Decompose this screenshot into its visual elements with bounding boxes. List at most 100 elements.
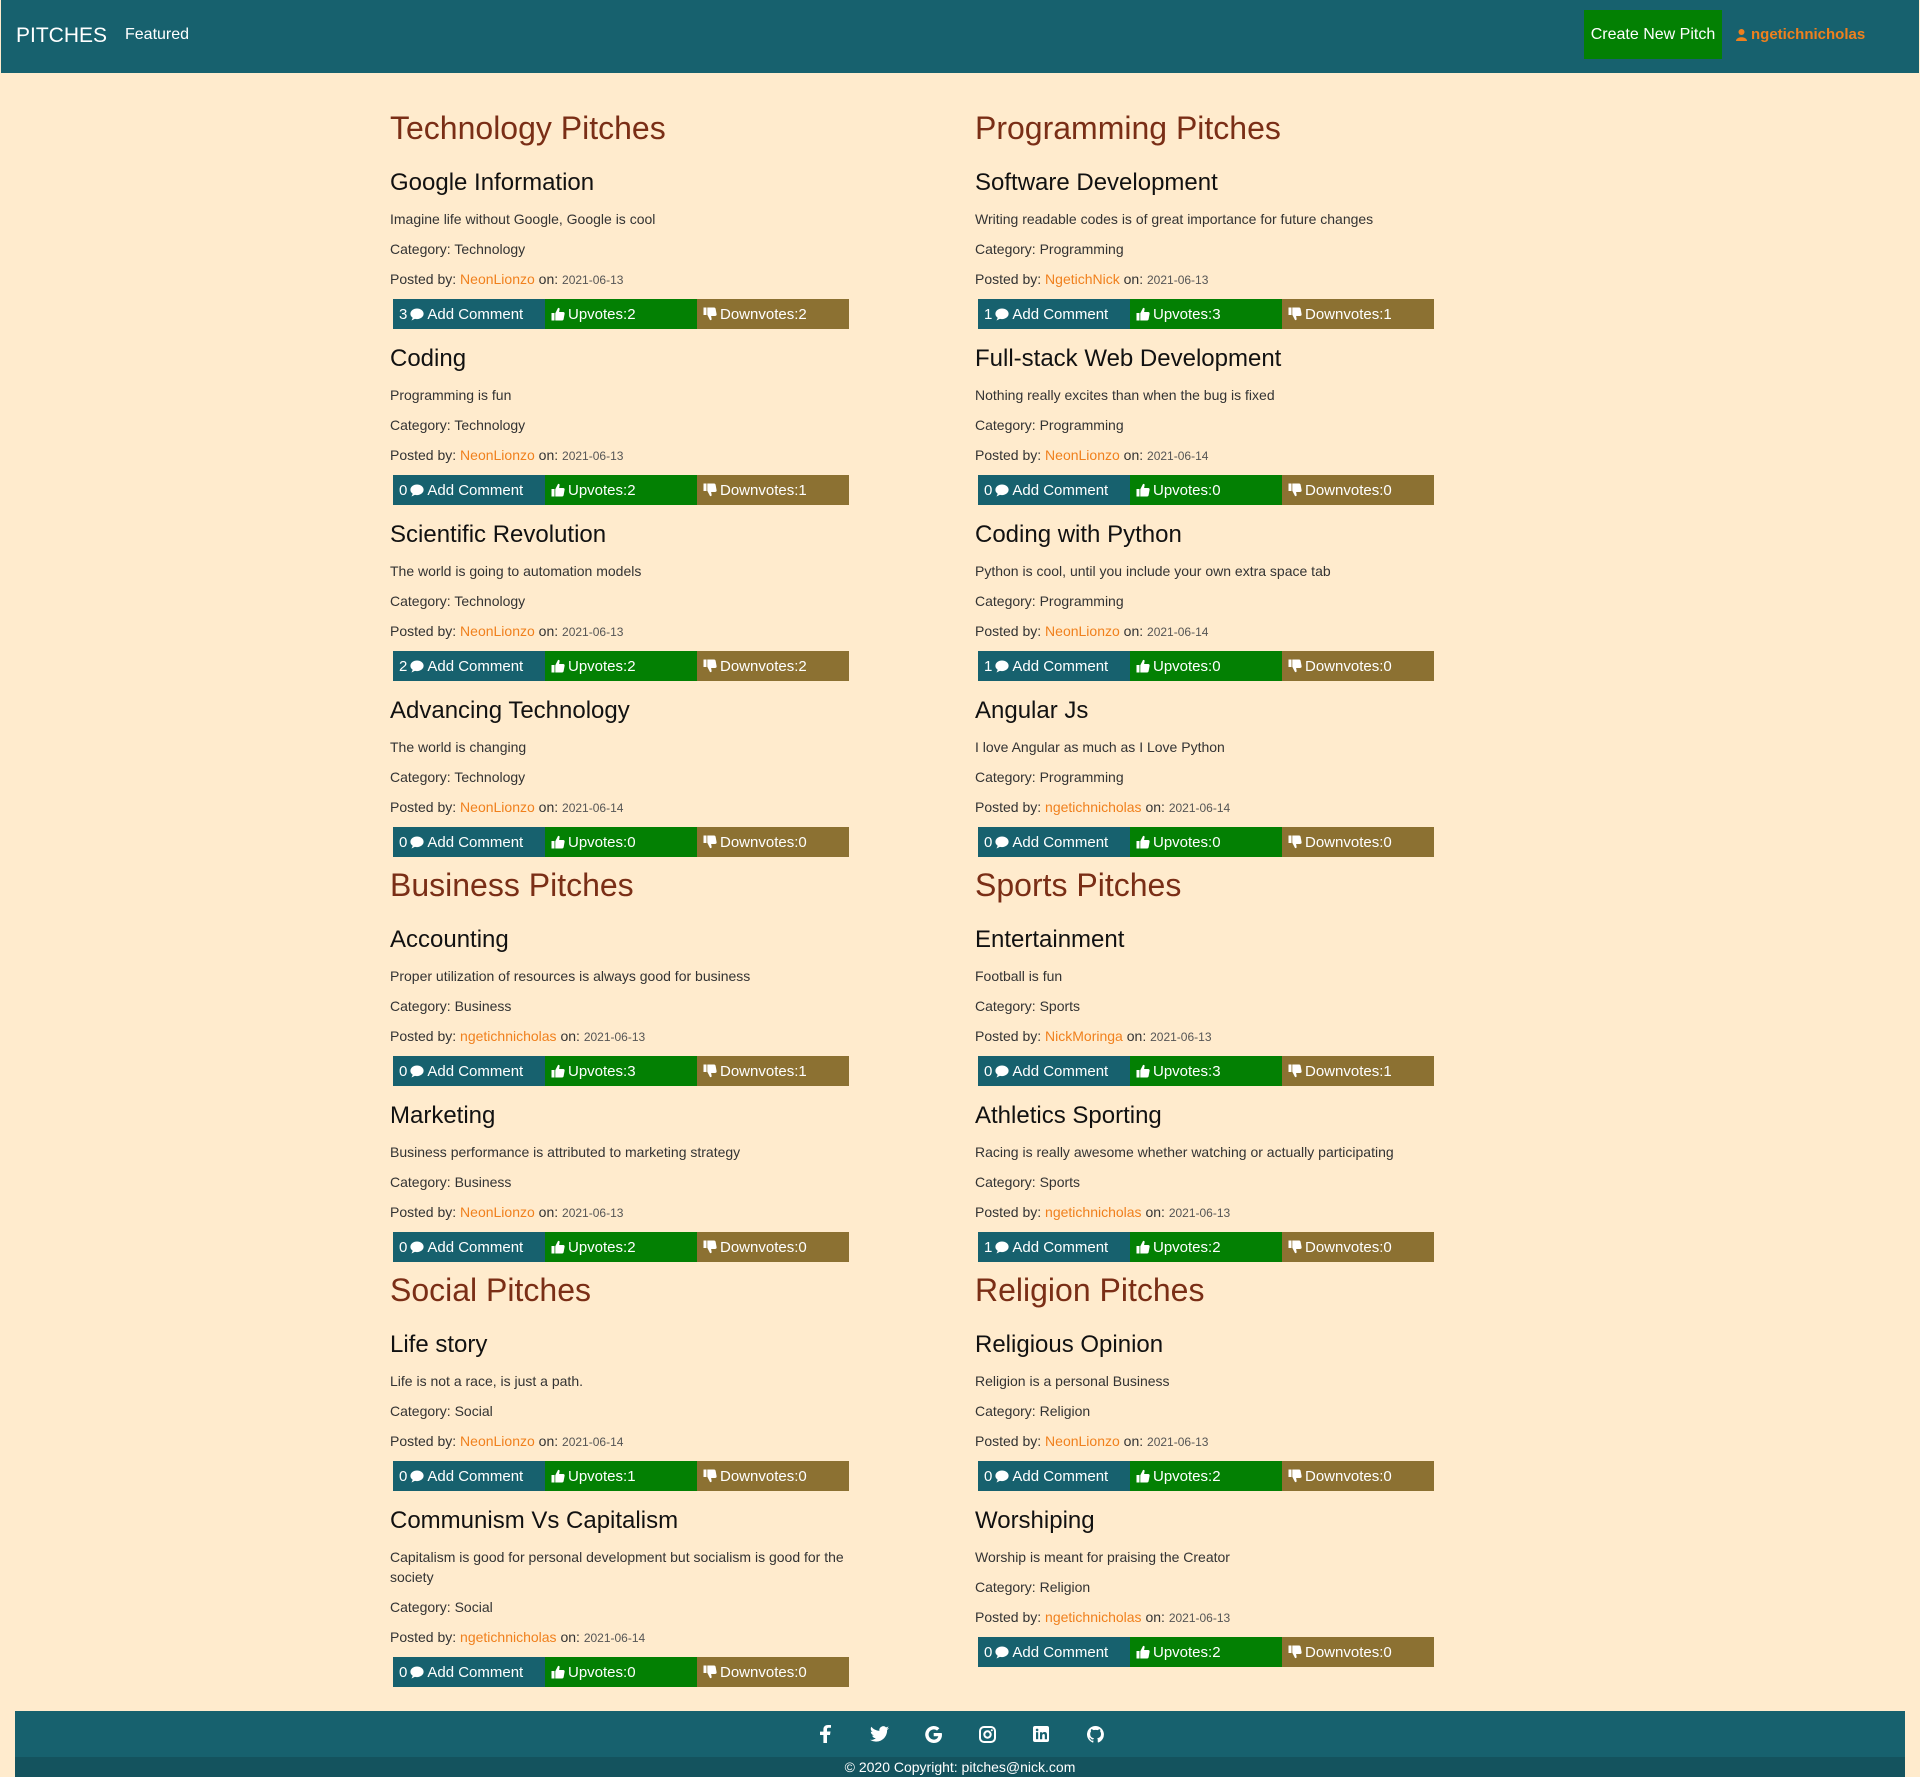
upvote-button[interactable]: Upvotes: 1 bbox=[545, 1461, 697, 1491]
upvote-button[interactable]: Upvotes: 0 bbox=[1130, 475, 1282, 505]
add-comment-button[interactable]: 3 Add Comment bbox=[393, 299, 545, 329]
author-link[interactable]: NeonLionzo bbox=[460, 799, 535, 815]
add-comment-button[interactable]: 0 Add Comment bbox=[978, 475, 1130, 505]
downvote-button[interactable]: Downvotes: 0 bbox=[1282, 1232, 1434, 1262]
downvote-button[interactable]: Downvotes: 0 bbox=[697, 1461, 849, 1491]
author-link[interactable]: NickMoringa bbox=[1045, 1028, 1123, 1044]
downvote-button[interactable]: Downvotes: 0 bbox=[1282, 475, 1434, 505]
linkedin-icon[interactable] bbox=[1031, 1724, 1051, 1744]
google-icon[interactable] bbox=[923, 1724, 943, 1744]
user-profile-link[interactable]: ngetichnicholas bbox=[1736, 26, 1865, 43]
pitch-action-bar: 1 Add Comment Upvotes: 3 Downvotes: 1 bbox=[978, 299, 1436, 329]
upvote-button[interactable]: Upvotes: 2 bbox=[545, 651, 697, 681]
add-comment-button[interactable]: 0 Add Comment bbox=[393, 475, 545, 505]
add-comment-button[interactable]: 1 Add Comment bbox=[978, 1232, 1130, 1262]
author-link[interactable]: NeonLionzo bbox=[460, 1433, 535, 1449]
thumbs-down-icon bbox=[1288, 659, 1302, 673]
downvote-button[interactable]: Downvotes: 2 bbox=[697, 651, 849, 681]
author-link[interactable]: NeonLionzo bbox=[1045, 447, 1120, 463]
facebook-icon[interactable] bbox=[815, 1724, 835, 1744]
pitch-date: 2021-06-13 bbox=[562, 625, 624, 639]
author-link[interactable]: NeonLionzo bbox=[460, 447, 535, 463]
downvote-button[interactable]: Downvotes: 0 bbox=[1282, 651, 1434, 681]
github-icon[interactable] bbox=[1085, 1724, 1105, 1744]
upvote-button[interactable]: Upvotes: 3 bbox=[545, 1056, 697, 1086]
pitch-title: Accounting bbox=[390, 926, 509, 953]
add-comment-button[interactable]: 1 Add Comment bbox=[978, 651, 1130, 681]
category-value: Technology bbox=[454, 769, 526, 785]
category-value: Technology bbox=[454, 417, 526, 433]
pitch-posted-by: Posted by: NeonLionzo on: 2021-06-13 bbox=[975, 1431, 1445, 1452]
upvote-button[interactable]: Upvotes: 3 bbox=[1130, 1056, 1282, 1086]
upvote-button[interactable]: Upvotes: 2 bbox=[1130, 1232, 1282, 1262]
author-link[interactable]: NeonLionzo bbox=[460, 623, 535, 639]
author-link[interactable]: ngetichnicholas bbox=[1045, 1204, 1142, 1220]
add-comment-button[interactable]: 0 Add Comment bbox=[393, 1657, 545, 1687]
add-comment-button[interactable]: 0 Add Comment bbox=[978, 1056, 1130, 1086]
add-comment-button[interactable]: 0 Add Comment bbox=[978, 1461, 1130, 1491]
author-link[interactable]: ngetichnicholas bbox=[460, 1629, 557, 1645]
downvote-button[interactable]: Downvotes: 0 bbox=[1282, 1637, 1434, 1667]
pitch-description: Football is fun bbox=[975, 968, 1063, 984]
downvote-button[interactable]: Downvotes: 2 bbox=[697, 299, 849, 329]
pitch-category: Category: Sports bbox=[975, 1172, 1445, 1192]
thumbs-down-icon bbox=[1288, 307, 1302, 321]
author-link[interactable]: ngetichnicholas bbox=[1045, 1609, 1142, 1625]
author-link[interactable]: NeonLionzo bbox=[1045, 1433, 1120, 1449]
author-link[interactable]: NeonLionzo bbox=[1045, 623, 1120, 639]
upvote-button[interactable]: Upvotes: 2 bbox=[1130, 1637, 1282, 1667]
pitch-action-bar: 0 Add Comment Upvotes: 2 Downvotes: 0 bbox=[978, 1637, 1436, 1667]
downvote-button[interactable]: Downvotes: 0 bbox=[697, 827, 849, 857]
thumbs-up-icon bbox=[551, 1064, 565, 1078]
comment-count: 0 bbox=[399, 1467, 408, 1485]
add-comment-button[interactable]: 0 Add Comment bbox=[393, 1232, 545, 1262]
add-comment-button[interactable]: 0 Add Comment bbox=[393, 827, 545, 857]
create-new-pitch-button[interactable]: Create New Pitch bbox=[1584, 10, 1722, 59]
downvote-button[interactable]: Downvotes: 1 bbox=[1282, 1056, 1434, 1086]
downvote-button[interactable]: Downvotes: 1 bbox=[697, 1056, 849, 1086]
pitch-posted-by: Posted by: NickMoringa on: 2021-06-13 bbox=[975, 1026, 1445, 1047]
twitter-icon[interactable] bbox=[869, 1724, 889, 1744]
downvote-label: Downvotes: bbox=[1305, 481, 1384, 499]
downvote-button[interactable]: Downvotes: 1 bbox=[697, 475, 849, 505]
pitch-posted-by: Posted by: NeonLionzo on: 2021-06-14 bbox=[390, 797, 860, 818]
add-comment-button[interactable]: 0 Add Comment bbox=[393, 1056, 545, 1086]
upvote-button[interactable]: Upvotes: 2 bbox=[545, 299, 697, 329]
upvote-button[interactable]: Upvotes: 3 bbox=[1130, 299, 1282, 329]
upvote-button[interactable]: Upvotes: 2 bbox=[545, 475, 697, 505]
on-label: on: bbox=[1123, 447, 1148, 463]
upvote-button[interactable]: Upvotes: 0 bbox=[1130, 651, 1282, 681]
add-comment-button[interactable]: 0 Add Comment bbox=[978, 1637, 1130, 1667]
add-comment-button[interactable]: 0 Add Comment bbox=[978, 827, 1130, 857]
downvote-label: Downvotes: bbox=[1305, 1467, 1384, 1485]
author-link[interactable]: NgetichNick bbox=[1045, 271, 1120, 287]
brand-link[interactable]: PITCHES bbox=[16, 24, 107, 48]
add-comment-button[interactable]: 1 Add Comment bbox=[978, 299, 1130, 329]
downvote-button[interactable]: Downvotes: 1 bbox=[1282, 299, 1434, 329]
upvote-button[interactable]: Upvotes: 0 bbox=[1130, 827, 1282, 857]
downvote-button[interactable]: Downvotes: 0 bbox=[1282, 1461, 1434, 1491]
pitch-date: 2021-06-13 bbox=[1150, 1030, 1212, 1044]
downvote-count: 2 bbox=[798, 657, 807, 675]
downvote-button[interactable]: Downvotes: 0 bbox=[697, 1232, 849, 1262]
upvote-button[interactable]: Upvotes: 2 bbox=[1130, 1461, 1282, 1491]
add-comment-button[interactable]: 0 Add Comment bbox=[393, 1461, 545, 1491]
author-link[interactable]: ngetichnicholas bbox=[1045, 799, 1142, 815]
author-link[interactable]: NeonLionzo bbox=[460, 271, 535, 287]
upvote-button[interactable]: Upvotes: 0 bbox=[545, 827, 697, 857]
pitch-description: Imagine life without Google, Google is c… bbox=[390, 211, 656, 227]
instagram-icon[interactable] bbox=[977, 1724, 997, 1744]
comment-count: 0 bbox=[984, 1062, 993, 1080]
upvote-button[interactable]: Upvotes: 0 bbox=[545, 1657, 697, 1687]
upvote-count: 2 bbox=[627, 1238, 636, 1256]
upvote-button[interactable]: Upvotes: 2 bbox=[545, 1232, 697, 1262]
author-link[interactable]: NeonLionzo bbox=[460, 1204, 535, 1220]
comment-icon bbox=[410, 308, 424, 320]
nav-featured-link[interactable]: Featured bbox=[125, 26, 189, 44]
downvote-button[interactable]: Downvotes: 0 bbox=[697, 1657, 849, 1687]
downvote-button[interactable]: Downvotes: 0 bbox=[1282, 827, 1434, 857]
add-comment-button[interactable]: 2 Add Comment bbox=[393, 651, 545, 681]
comment-count: 0 bbox=[984, 1467, 993, 1485]
author-link[interactable]: ngetichnicholas bbox=[460, 1028, 557, 1044]
upvote-count: 3 bbox=[1212, 1062, 1221, 1080]
